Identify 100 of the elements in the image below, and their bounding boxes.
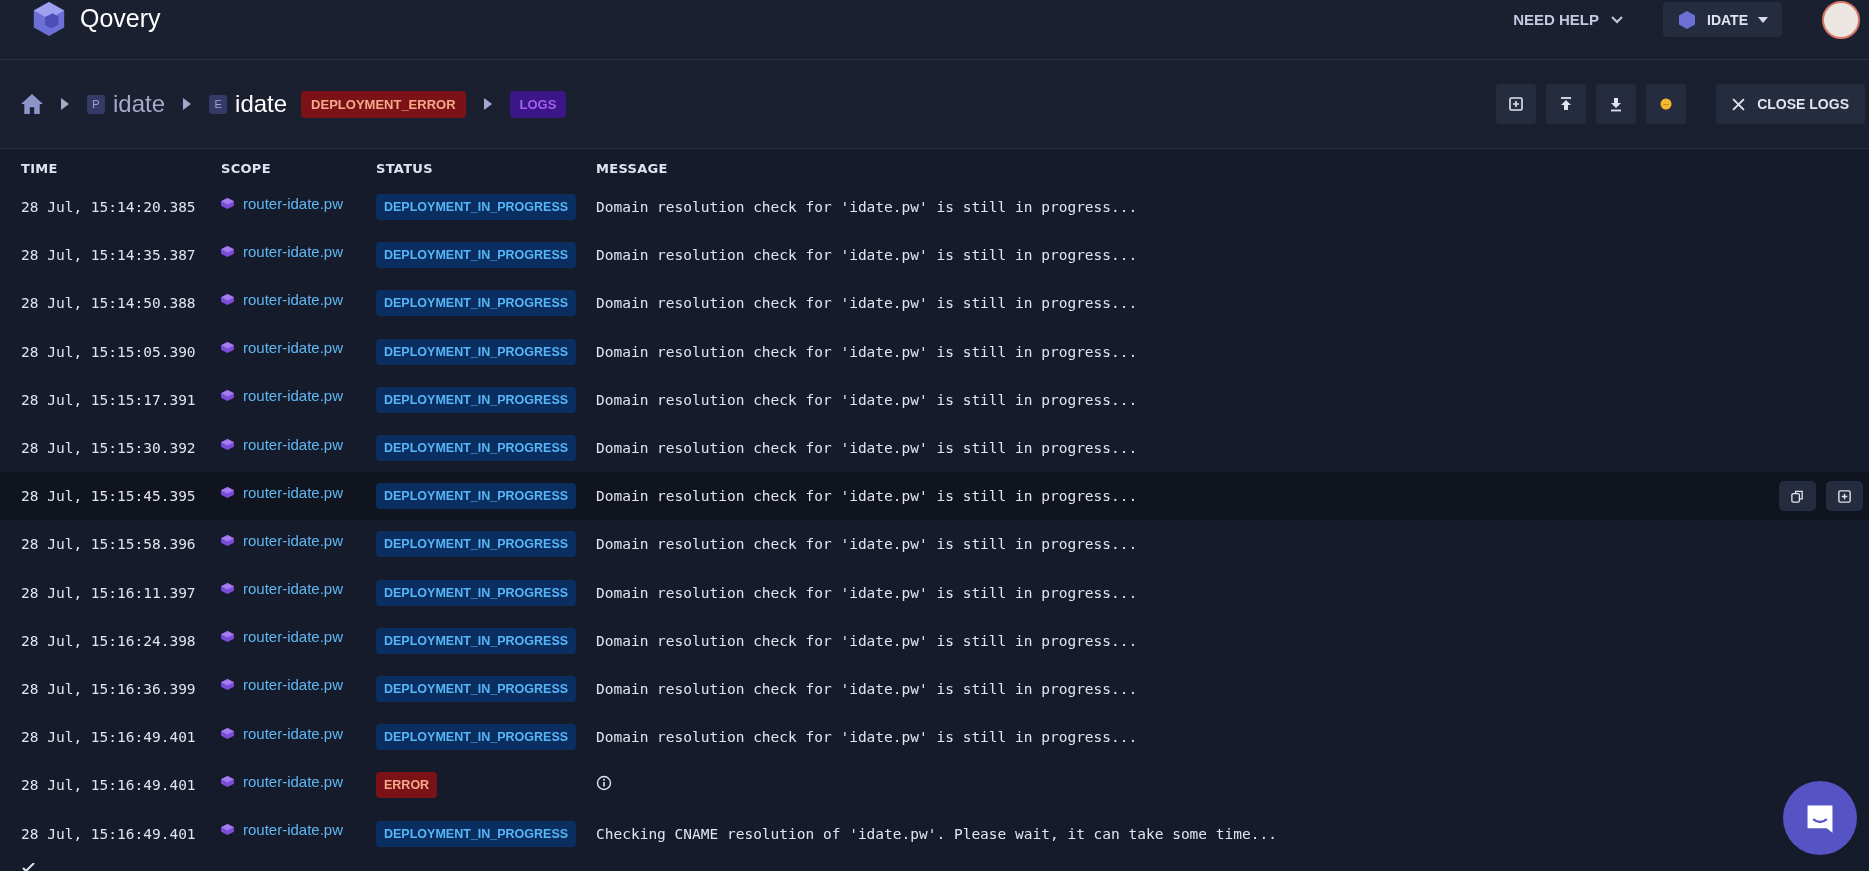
log-message: Domain resolution check for 'idate.pw' is still in progress... [596,247,1138,264]
plus-square-icon [1508,96,1525,112]
status-badge: DEPLOYMENT_IN_PROGRESS [376,435,577,462]
info-icon[interactable] [596,775,612,792]
download-button[interactable] [1596,84,1637,124]
status-badge: DEPLOYMENT_IN_PROGRESS [376,820,577,847]
timestamp: 28 Jul, 15:16:24.398 [21,632,197,649]
environment-link[interactable]: idate [235,90,288,118]
timestamp: 28 Jul, 15:15:30.392 [21,440,197,457]
log-message: Domain resolution check for 'idate.pw' is still in progress... [596,584,1138,601]
status-badge: ERROR [376,772,438,799]
timestamp: 28 Jul, 15:16:49.401 [21,777,197,794]
scope-link[interactable]: router-idate.pw [243,628,344,646]
log-row[interactable]: 28 Jul, 15:16:11.397 router-idate.pw DEPLOYMENT_IN_PROGRESS Domain resolution check for 'idate.pw' is still in progress... [0,568,1869,617]
timestamp: 28 Jul, 15:16:11.397 [21,584,197,601]
scope-link[interactable]: router-idate.pw [243,531,344,549]
status-badge: DEPLOYMENT_IN_PROGRESS [376,483,577,510]
cube-icon [221,390,234,402]
column-header: STATUS [376,160,434,176]
cube-icon [221,824,234,836]
status-badge: DEPLOYMENT_IN_PROGRESS [376,675,577,702]
copy-icon [1790,488,1805,504]
cube-icon [221,775,234,787]
close-logs-button[interactable]: CLOSE LOGS [1716,84,1865,124]
scope-link[interactable]: router-idate.pw [243,772,344,790]
need-help-menu[interactable]: NEED HELP [1513,11,1624,28]
log-message: Domain resolution check for 'idate.pw' is still in progress... [596,488,1138,505]
cube-icon [221,486,234,498]
log-row[interactable]: 28 Jul, 15:14:50.388 router-idate.pw DEPLOYMENT_IN_PROGRESS Domain resolution check for 'idate.pw' is still in progress... [0,279,1869,328]
cube-icon [221,438,234,450]
log-row[interactable]: 28 Jul, 15:16:49.401 router-idate.pw DEPLOYMENT_IN_PROGRESS Domain resolution check for 'idate.pw' is still in progress... [0,713,1869,762]
scope-link[interactable]: router-idate.pw [243,290,344,308]
log-message: Domain resolution check for 'idate.pw' is still in progress... [596,295,1138,312]
log-row[interactable]: 28 Jul, 15:15:45.395 router-idate.pw DEPLOYMENT_IN_PROGRESS Domain resolution check for 'idate.pw' is still in progress... [0,472,1869,521]
status-badge: DEPLOYMENT_IN_PROGRESS [376,242,577,269]
scope-link[interactable]: router-idate.pw [243,194,344,212]
avatar[interactable] [1822,0,1860,39]
scroll-top-button[interactable] [1546,84,1587,124]
log-row[interactable]: 28 Jul, 15:15:30.392 router-idate.pw DEPLOYMENT_IN_PROGRESS Domain resolution check for 'idate.pw' is still in progress... [0,423,1869,473]
log-message: Domain resolution check for 'idate.pw' is still in progress... [596,343,1138,360]
log-row[interactable]: 28 Jul, 15:16:36.399 router-idate.pw DEPLOYMENT_IN_PROGRESS Domain resolution check for 'idate.pw' is still in progress... [0,664,1869,714]
timestamp: 28 Jul, 15:15:45.395 [21,488,197,505]
copy-button[interactable] [1779,481,1816,512]
environment-tag: E [209,94,228,114]
project-tag: P [87,94,105,114]
scope-link[interactable]: router-idate.pw [243,387,344,405]
log-row[interactable]: 28 Jul, 15:14:35.387 router-idate.pw DEPLOYMENT_IN_PROGRESS Domain resolution check for 'idate.pw' is still in progress... [0,231,1869,280]
log-message: Domain resolution check for 'idate.pw' is still in progress... [596,536,1138,553]
chevron-down-icon [1611,15,1624,24]
scope-link[interactable]: router-idate.pw [243,821,344,839]
organization-selector[interactable]: IDATE [1663,2,1782,37]
log-row[interactable]: 28 Jul, 15:16:49.401 router-idate.pw DEPLOYMENT_IN_PROGRESS Checking CNAME resolution of 'idate.pw'. Please wait, it can take some time... [0,809,1869,858]
scope-link[interactable]: router-idate.pw [243,483,344,501]
expand-button[interactable] [1496,84,1537,124]
cube-icon [221,534,234,546]
scope-link[interactable]: router-idate.pw [243,339,344,357]
status-badge: DEPLOYMENT_IN_PROGRESS [376,338,577,365]
log-message: Checking CNAME resolution of 'idate.pw'. Please wait, it can take some time... [596,825,1277,842]
arrow-icon [183,98,192,110]
logo-text: Qovery [80,4,161,33]
cube-icon [221,342,234,354]
log-message: Domain resolution check for 'idate.pw' is still in progress... [596,391,1138,408]
timestamp: 28 Jul, 15:15:17.391 [21,391,197,408]
cube-icon [221,245,234,257]
log-row[interactable]: 28 Jul, 15:14:20.385 router-idate.pw DEPLOYMENT_IN_PROGRESS Domain resolution check for 'idate.pw' is still in progress... [0,183,1869,232]
home-icon[interactable] [21,94,43,114]
scope-link[interactable]: router-idate.pw [243,435,344,453]
arrow-icon [61,98,69,110]
log-row[interactable]: 28 Jul, 15:16:49.401 router-idate.pw ERROR [0,761,1869,810]
status-badge: DEPLOYMENT_IN_PROGRESS [376,627,577,654]
timestamp: 28 Jul, 15:14:20.385 [21,199,197,216]
timestamp: 28 Jul, 15:16:49.401 [21,825,197,842]
status-badge: DEPLOYMENT_IN_PROGRESS [376,194,577,221]
scope-link[interactable]: router-idate.pw [243,580,344,598]
log-row[interactable]: 28 Jul, 15:15:58.396 router-idate.pw DEPLOYMENT_IN_PROGRESS Domain resolution check for 'idate.pw' is still in progress... [0,520,1869,569]
scope-link[interactable]: router-idate.pw [243,724,344,742]
scope-link[interactable]: router-idate.pw [243,676,344,694]
log-row[interactable]: 28 Jul, 15:15:05.390 router-idate.pw DEPLOYMENT_IN_PROGRESS Domain resolution check for 'idate.pw' is still in progress... [0,327,1869,376]
status-badge: DEPLOYMENT_IN_PROGRESS [376,531,577,558]
scope-link[interactable]: router-idate.pw [243,242,344,260]
status-badge: DEPLOYMENT_IN_PROGRESS [376,579,577,606]
column-header: TIME [21,160,59,176]
log-row[interactable]: 28 Jul, 15:16:24.398 router-idate.pw DEPLOYMENT_IN_PROGRESS Domain resolution check for 'idate.pw' is still in progress... [0,616,1869,665]
environment-status-badge: DEPLOYMENT_ERROR [301,90,466,118]
log-message: Domain resolution check for 'idate.pw' is still in progress... [596,729,1138,746]
status-badge: DEPLOYMENT_IN_PROGRESS [376,724,577,751]
check-icon [22,863,38,871]
log-message: Domain resolution check for 'idate.pw' is still in progress... [596,680,1138,697]
timestamp: 28 Jul, 15:14:50.388 [21,295,197,312]
arrow-icon [483,98,492,110]
close-icon [1732,97,1746,111]
expand-button[interactable] [1826,481,1863,512]
timestamp: 28 Jul, 15:15:05.390 [21,343,197,360]
project-link[interactable]: idate [113,90,166,118]
plus-square-icon [1837,488,1852,504]
column-header: SCOPE [221,160,272,176]
timestamp: 28 Jul, 15:16:36.399 [21,680,197,697]
status-button[interactable] [1646,84,1687,124]
log-message: Domain resolution check for 'idate.pw' is still in progress... [596,440,1138,457]
log-row[interactable]: 28 Jul, 15:15:17.391 router-idate.pw DEPLOYMENT_IN_PROGRESS Domain resolution check for 'idate.pw' is still in progress... [0,375,1869,424]
